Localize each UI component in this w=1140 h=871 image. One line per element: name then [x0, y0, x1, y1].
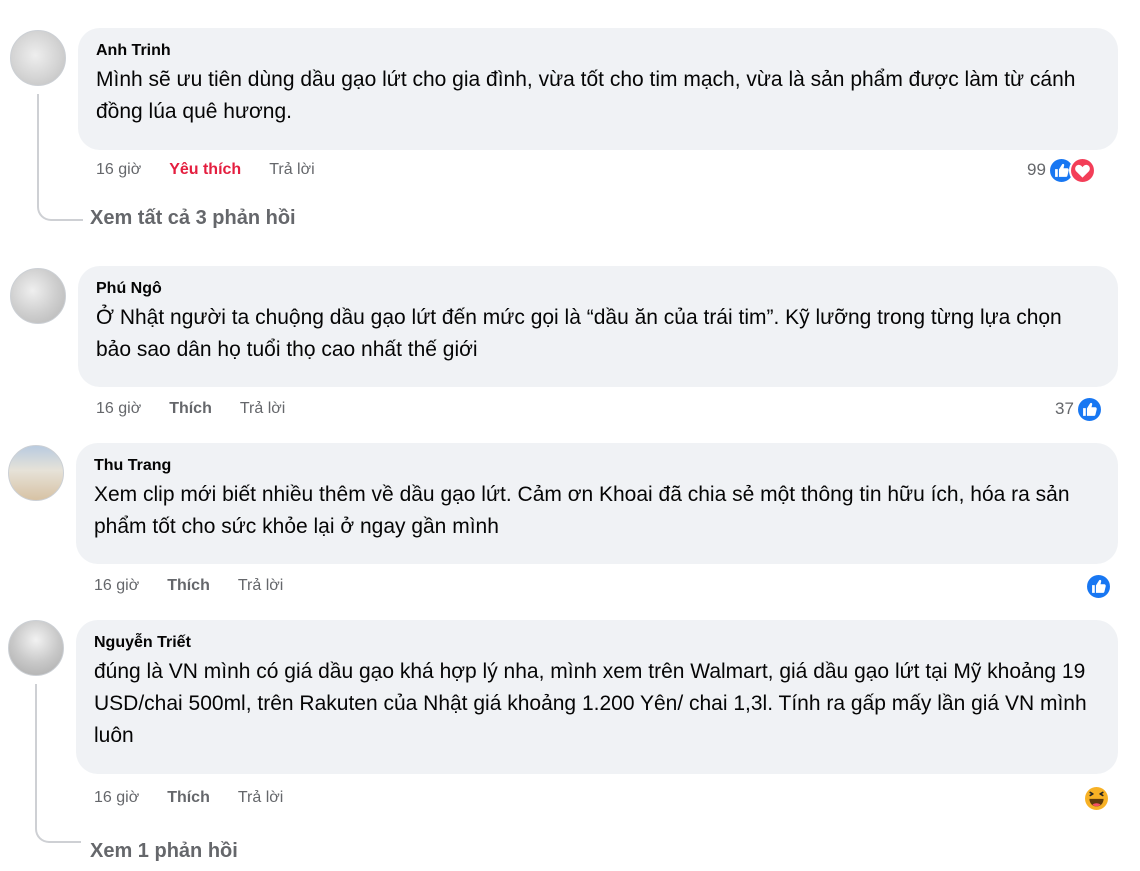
comment-actions: 16 giờ Thích Trả lời — [94, 786, 311, 810]
avatar[interactable] — [8, 445, 64, 501]
avatar[interactable] — [10, 30, 66, 86]
reply-button[interactable]: Trả lời — [238, 577, 283, 595]
reaction-summary[interactable]: 37 — [1055, 395, 1103, 423]
love-icon — [1068, 156, 1096, 184]
comment-author[interactable]: Anh Trinh — [96, 40, 1100, 61]
like-button[interactable]: Thích — [167, 577, 210, 595]
comment-author[interactable]: Phú Ngô — [96, 278, 1100, 299]
comment-time[interactable]: 16 giờ — [94, 577, 139, 595]
reply-button[interactable]: Trả lời — [269, 161, 314, 179]
comment-actions: 16 giờ Thích Trả lời — [94, 574, 311, 598]
comment-time[interactable]: 16 giờ — [96, 161, 141, 179]
comment-bubble: Nguyễn Triết đúng là VN mình có giá dầu … — [76, 620, 1118, 774]
reply-button[interactable]: Trả lời — [238, 789, 283, 807]
haha-icon — [1083, 784, 1110, 812]
comment-actions: 16 giờ Yêu thích Trả lời — [96, 158, 343, 182]
avatar[interactable] — [8, 620, 64, 676]
comment-time[interactable]: 16 giờ — [94, 789, 139, 807]
comment-actions: 16 giờ Thích Trả lời — [96, 397, 313, 421]
thread-connector — [37, 200, 83, 221]
view-replies-link[interactable]: Xem tất cả 3 phản hồi — [90, 207, 296, 230]
comment-bubble: Anh Trinh Mình sẽ ưu tiên dùng dầu gạo l… — [78, 28, 1118, 150]
comment-time[interactable]: 16 giờ — [96, 400, 141, 418]
thread-line — [37, 94, 39, 204]
comment-bubble: Thu Trang Xem clip mới biết nhiều thêm v… — [76, 443, 1118, 564]
thread-line — [35, 684, 37, 826]
like-button[interactable]: Thích — [169, 400, 212, 418]
reaction-summary[interactable] — [1085, 572, 1112, 600]
view-replies-link[interactable]: Xem 1 phản hồi — [90, 840, 238, 863]
avatar[interactable] — [10, 268, 66, 324]
like-icon — [1085, 572, 1112, 600]
thread-connector — [35, 822, 81, 843]
love-reaction-button[interactable]: Yêu thích — [169, 161, 241, 179]
comment-author[interactable]: Thu Trang — [94, 455, 1100, 476]
comment-bubble: Phú Ngô Ở Nhật người ta chuộng dầu gạo l… — [78, 266, 1118, 387]
comment-text: Mình sẽ ưu tiên dùng dầu gạo lứt cho gia… — [96, 68, 1076, 123]
comment-text: đúng là VN mình có giá dầu gạo khá hợp l… — [94, 660, 1087, 747]
reaction-count: 99 — [1027, 160, 1046, 179]
reaction-count: 37 — [1055, 399, 1074, 418]
reaction-summary[interactable] — [1083, 784, 1110, 812]
comment-author[interactable]: Nguyễn Triết — [94, 632, 1100, 653]
comment-text: Xem clip mới biết nhiều thêm về dầu gạo … — [94, 483, 1070, 538]
like-button[interactable]: Thích — [167, 789, 210, 807]
reply-button[interactable]: Trả lời — [240, 400, 285, 418]
reaction-summary[interactable]: 99 — [1027, 156, 1096, 184]
comment-text: Ở Nhật người ta chuộng dầu gạo lứt đến m… — [96, 306, 1062, 361]
like-icon — [1075, 395, 1103, 423]
